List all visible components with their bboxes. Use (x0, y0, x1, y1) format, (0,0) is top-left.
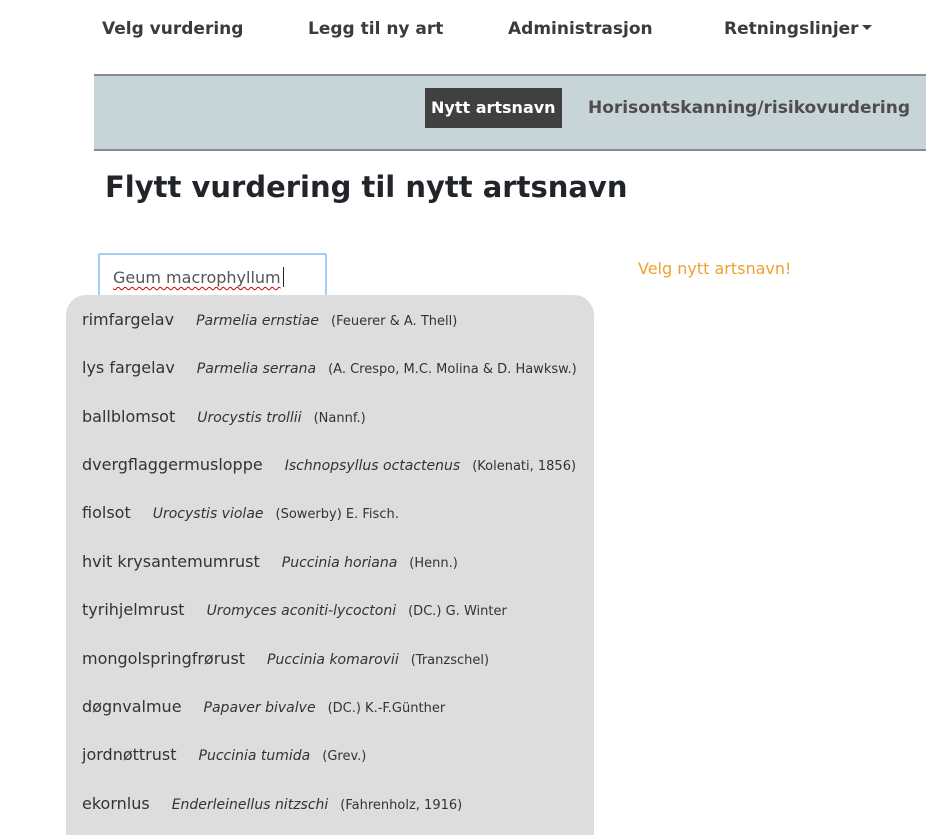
suggestion-common-name: lys fargelav (82, 358, 175, 377)
suggestion-scientific-name: Ischnopsyllus octactenus (284, 458, 461, 474)
suggestion-author: (DC.) G. Winter (408, 604, 507, 619)
suggestion-common-name: jordnøttrust (82, 745, 177, 764)
suggestion-scientific-name: Papaver bivalve (203, 700, 316, 716)
suggestion-item[interactable]: rimfargelav Parmelia ernstiae (Feuerer & A… (82, 308, 457, 332)
sub-navigation: Nytt artsnavn Horisontskanning/risikovur… (94, 74, 926, 151)
suggestion-author: (Nannf.) (313, 411, 366, 426)
suggestion-item[interactable]: fiolsot Urocystis violae (Sowerby) E. Fisc… (82, 501, 399, 525)
suggestion-author: (Tranzschel) (410, 653, 490, 668)
suggestion-scientific-name: Uromyces aconiti-lycoctoni (206, 603, 397, 619)
nav-retningslinjer-label: Retningslinjer (724, 19, 859, 39)
suggestion-item[interactable]: dvergflaggermusloppe Ischnopsyllus octact… (82, 453, 576, 477)
suggestion-author: (DC.) K.-F.Günther (327, 701, 446, 716)
tab-horisontskanning[interactable]: Horisontskanning/risikovurdering (588, 88, 910, 128)
suggestion-author: (Fahrenholz, 1916) (340, 798, 463, 813)
suggestion-scientific-name: Enderleinellus nitzschi (171, 797, 329, 813)
suggestion-author: (A. Crespo, M.C. Molina & D. Hawksw.) (328, 362, 577, 377)
nav-legg-til-ny-art[interactable]: Legg til ny art (308, 19, 443, 39)
suggestion-author: (Feuerer & A. Thell) (331, 314, 458, 329)
text-cursor (282, 267, 284, 287)
suggestion-common-name: fiolsot (82, 503, 131, 522)
suggestion-item[interactable]: tyrihjelmrust Uromyces aconiti-lycoctoni (… (82, 598, 507, 622)
tab-nytt-artsnavn[interactable]: Nytt artsnavn (425, 88, 562, 128)
suggestion-item[interactable]: mongolspringfrørust Puccinia komarovii (Tr… (82, 647, 489, 671)
suggestion-scientific-name: Urocystis trollii (197, 410, 302, 426)
suggestion-common-name: hvit krysantemumrust (82, 552, 260, 571)
suggestion-scientific-name: Puccinia horiana (281, 555, 398, 571)
suggestion-scientific-name: Urocystis violae (152, 506, 264, 522)
suggestion-scientific-name: Parmelia ernstiae (196, 313, 320, 329)
suggestion-item[interactable]: lys fargelav Parmelia serrana (A. Crespo, … (82, 356, 577, 380)
suggestion-scientific-name: Parmelia serrana (196, 361, 317, 377)
suggestion-item[interactable]: hvit krysantemumrust Puccinia horiana (Hen… (82, 550, 458, 574)
suggestion-common-name: rimfargelav (82, 310, 175, 329)
suggestion-item[interactable]: jordnøttrust Puccinia tumida (Grev.) (82, 743, 366, 767)
suggestion-author: (Grev.) (322, 749, 367, 764)
top-navigation: Velg vurdering Legg til ny art Administr… (0, 0, 926, 62)
species-search-value: Geum macrophyllum (113, 268, 281, 287)
caret-down-icon (861, 25, 872, 30)
suggestion-item[interactable]: ekornlus Enderleinellus nitzschi (Fahrenho… (82, 792, 462, 816)
suggestion-common-name: døgnvalmue (82, 697, 182, 716)
nav-retningslinjer-dropdown[interactable]: Retningslinjer (724, 19, 872, 39)
suggestion-author: (Sowerby) E. Fisch. (275, 507, 399, 522)
nav-velg-vurdering[interactable]: Velg vurdering (102, 19, 243, 39)
suggestion-author: (Kolenati, 1856) (472, 459, 577, 474)
suggestion-item[interactable]: ballblomsot Urocystis trollii (Nannf.) (82, 405, 366, 429)
suggestion-common-name: ballblomsot (82, 407, 176, 426)
select-species-hint: Velg nytt artsnavn! (638, 259, 792, 278)
suggestion-author: (Henn.) (409, 556, 458, 571)
suggestion-scientific-name: Puccinia tumida (198, 748, 311, 764)
suggestion-common-name: mongolspringfrørust (82, 649, 246, 668)
suggestion-common-name: tyrihjelmrust (82, 600, 185, 619)
suggestion-common-name: dvergflaggermusloppe (82, 455, 263, 474)
page-title: Flytt vurdering til nytt artsnavn (105, 170, 628, 204)
suggestion-common-name: ekornlus (82, 794, 150, 813)
nav-administrasjon[interactable]: Administrasjon (508, 19, 653, 39)
suggestion-list: rimfargelav Parmelia ernstiae (Feuerer & A… (66, 295, 594, 835)
suggestion-item[interactable]: døgnvalmue Papaver bivalve (DC.) K.-F.Günt… (82, 695, 445, 719)
suggestion-scientific-name: Puccinia komarovii (267, 652, 399, 668)
